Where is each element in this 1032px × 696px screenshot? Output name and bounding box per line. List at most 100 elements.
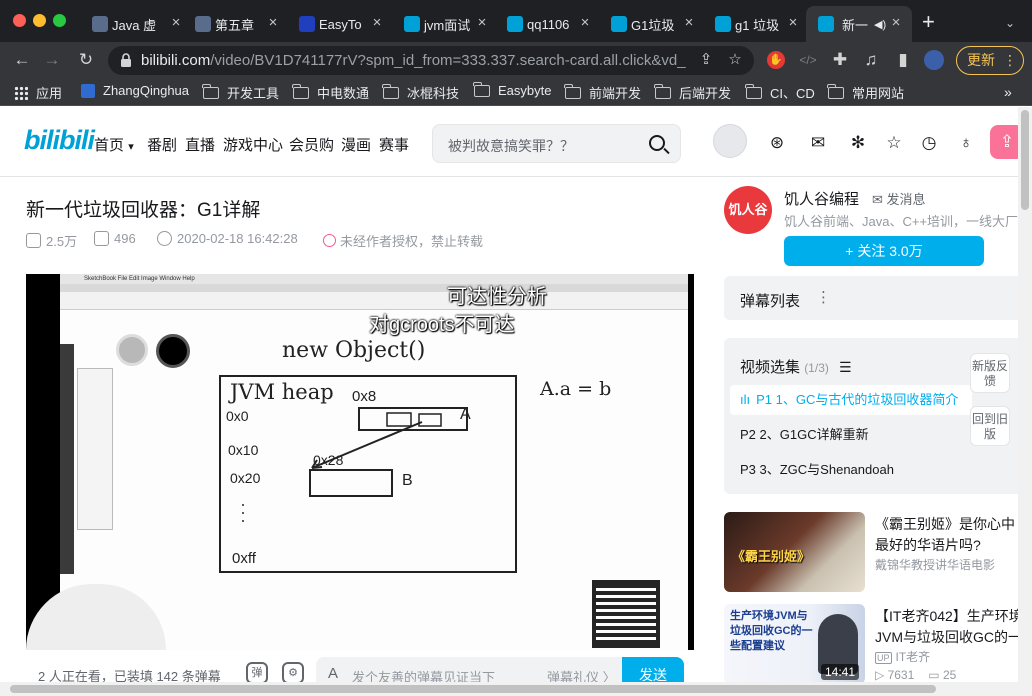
recommended-video-author[interactable]: 戴锦华教授讲华语电影 [875,556,995,573]
back-icon[interactable]: ← [12,50,32,70]
video-player[interactable]: SketchBook File Edit Image Window Help n… [26,274,694,650]
creator-bulb-icon[interactable]: ♁ [956,133,976,153]
search-box[interactable]: 被判故意搞笑罪？？ [432,124,681,163]
recommended-video[interactable]: 生产环境JVM与垃圾回收GC的一些配置建议 14:41 【IT老齐042】生产环… [724,604,1024,686]
message-icon[interactable]: ✉ [808,133,828,153]
nav-home[interactable]: 首页 ▾ [94,134,134,155]
horizontal-scrollbar[interactable] [0,682,1018,696]
audio-playing-icon[interactable]: ◀) [874,18,886,31]
scrollbar-thumb[interactable] [1021,110,1029,210]
close-tab-icon[interactable]: × [168,15,184,31]
bookmark-folder-binggun[interactable]: 冰棍科技 [382,83,459,102]
nav-game-center[interactable]: 游戏中心 [223,134,283,155]
tab-easyto[interactable]: EasyTo × [297,6,385,42]
tab-chapter5[interactable]: 第五章 × [193,6,281,42]
follow-button[interactable]: + 关注 3.0万 [784,236,984,266]
bookmark-folder-cicd[interactable]: CI、CD [745,83,815,102]
close-tab-icon[interactable]: × [265,15,281,31]
episode-item[interactable]: ılı P1 1、GC与古代的垃圾回收器简介 [730,385,972,415]
new-tab-icon[interactable]: + [922,11,935,33]
list-view-icon[interactable]: ☰ [839,359,852,375]
send-message-link[interactable]: ✉ 发消息 [872,189,926,208]
tab-g1-gc-2[interactable]: g1 垃圾 × [713,6,801,42]
nav-esports[interactable]: 赛事 [379,134,409,155]
new-version-feedback-button[interactable]: 新版反馈 [970,353,1010,393]
close-tab-icon[interactable]: × [474,15,490,31]
nav-manga[interactable]: 漫画 [341,134,371,155]
tab-qq1106[interactable]: qq1106 × [505,6,593,42]
reload-icon[interactable]: ↻ [76,50,96,70]
profile-avatar[interactable] [924,50,944,70]
board-text-0x8: 0x8 [352,388,377,405]
close-tab-icon[interactable]: × [785,15,801,31]
tab-g1-gc[interactable]: G1垃圾 × [609,6,697,42]
bookmark-folder-frontend[interactable]: 前端开发 [564,83,641,102]
back-to-old-version-button[interactable]: 回到旧版 [970,406,1010,446]
page-favicon-icon [92,16,108,32]
recommended-video[interactable]: 《霸王别姬》 《霸王别姬》是你心中最好的华语片吗? 戴锦华教授讲华语电影 [724,512,1024,594]
side-panel-icon[interactable]: ▮ [893,50,913,70]
uploader-name[interactable]: 饥人谷编程 [784,188,859,209]
tab-java[interactable]: Java 虚 × [90,6,184,42]
dynamic-icon[interactable]: ✻ [848,133,868,153]
recommended-video-title[interactable]: 【IT老齐042】生产环境JVM与垃圾回收GC的一些配置建议 [875,606,1025,650]
address-bar[interactable]: bilibili.com/video/BV1D741177rV?spm_id_f… [108,46,754,75]
recommended-video-title[interactable]: 《霸王别姬》是你心中最好的华语片吗? [875,514,1025,558]
danmaku-count: 496 [94,231,136,246]
close-tab-icon[interactable]: × [577,15,593,31]
nav-live[interactable]: 直播 [185,134,215,155]
episode-item[interactable]: P3 3、ZGC与Shenandoah [730,455,972,485]
vip-icon[interactable]: ⊛ [767,133,787,153]
update-button[interactable]: 更新 ⋮ [956,46,1024,75]
bilibili-logo[interactable]: bilibili [24,125,95,156]
bookmark-folder-easybyte[interactable]: Easybyte [473,81,551,98]
danmaku-settings-icon[interactable]: ⚙ [282,662,304,684]
bookmark-folder-common[interactable]: 常用网站 [827,83,904,102]
danmaku-toggle-icon[interactable]: 弹 [246,662,268,684]
nav-anime[interactable]: 番剧 [147,134,177,155]
bookmark-apps[interactable]: 应用 [14,83,62,102]
media-control-icon[interactable]: ♫ [861,50,881,70]
vertical-scrollbar[interactable] [1018,107,1032,696]
history-clock-icon[interactable]: ◷ [919,133,939,153]
episode-item[interactable]: P2 2、G1GC详解重新 [730,420,972,450]
bookmark-star-icon[interactable]: ☆ [726,51,744,69]
scrollbar-thumb[interactable] [10,685,936,693]
danmaku-style-icon[interactable]: A [328,665,338,682]
video-thumbnail[interactable]: 生产环境JVM与垃圾回收GC的一些配置建议 14:41 [724,604,865,684]
forward-icon[interactable]: → [42,50,62,70]
tab-active-g1[interactable]: 新一 ◀) × [806,6,912,42]
bookmark-folder-zhongdian[interactable]: 中电数通 [292,83,369,102]
close-tab-icon[interactable]: × [369,15,385,31]
extensions-puzzle-icon[interactable]: ✚ [830,50,850,70]
tab-search-icon[interactable]: ⌄ [1005,16,1015,30]
search-icon[interactable] [649,135,665,151]
recommended-video-author[interactable]: UP IT老齐 [875,648,930,665]
maximize-window-button[interactable] [53,14,66,27]
uploader-avatar[interactable]: 饥人谷 [724,186,772,234]
nav-vip-shop[interactable]: 会员购 [289,134,334,155]
board-text-0x10: 0x10 [228,442,259,458]
close-tab-icon[interactable]: × [681,15,697,31]
mail-icon: ✉ [872,192,887,207]
bookmark-folder-backend[interactable]: 后端开发 [654,83,731,102]
more-bookmarks-icon[interactable]: » [1004,84,1012,100]
bookmark-zhangqinghua[interactable]: ZhangQinghua [81,83,189,98]
more-options-icon[interactable]: ⋮ [816,288,831,306]
playing-bars-icon: ılı [740,392,751,407]
close-tab-icon[interactable]: × [888,15,904,31]
close-window-button[interactable] [13,14,26,27]
tab-label: 第五章 [215,17,255,33]
danmaku-list-panel[interactable]: 弹幕列表 ⋮ [724,276,1024,320]
devtools-extension-icon[interactable]: </> [798,50,818,70]
folder-icon [564,83,581,99]
share-icon[interactable]: ⇪ [697,51,715,69]
user-avatar[interactable] [713,124,747,158]
adblock-extension-icon[interactable]: ✋ [766,50,786,70]
video-thumbnail[interactable]: 《霸王别姬》 [724,512,865,592]
favorites-star-icon[interactable]: ☆ [884,133,904,153]
minimize-window-button[interactable] [33,14,46,27]
tab-jvm-interview[interactable]: jvm面试 × [402,6,490,42]
folder-icon [202,83,219,99]
bookmark-folder-devtools[interactable]: 开发工具 [202,83,279,102]
